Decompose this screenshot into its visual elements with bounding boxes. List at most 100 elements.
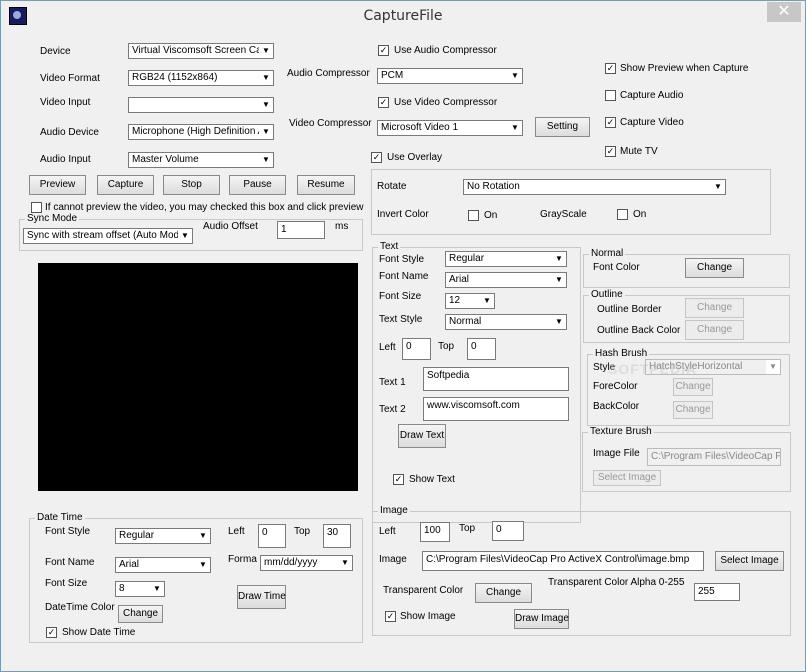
pause-button[interactable]: Pause [229,175,286,195]
img-left-label: Left [379,526,396,537]
grayscale-label: GrayScale [540,209,587,220]
chevron-down-icon: ▼ [711,180,725,194]
audio-device-select[interactable]: Microphone (High Definition A ▼ [128,124,274,140]
text1-input[interactable]: Softpedia [423,367,569,391]
img-top-input[interactable]: 0 [492,521,524,541]
sync-mode-select[interactable]: Sync with stream offset (Auto Mode ▼ [23,228,193,244]
dt-format-select[interactable]: mm/dd/yyyy ▼ [260,555,353,571]
hash-back-change-button[interactable]: Change [673,401,713,419]
outline-border-change-button[interactable]: Change [685,298,744,318]
draw-image-button[interactable]: Draw Image [514,609,569,629]
rotate-value: No Rotation [467,181,520,192]
datetime-group-title: Date Time [35,512,85,523]
text-font-name-select[interactable]: Arial ▼ [445,272,567,288]
preview-hint-checkbox[interactable] [31,202,42,213]
outline-back-change-button[interactable]: Change [685,320,744,340]
text-style-select[interactable]: Normal ▼ [445,314,567,330]
show-preview-checkbox[interactable]: ✓ [605,63,616,74]
chevron-down-icon: ▼ [552,315,566,329]
transparent-color-change-button[interactable]: Change [475,583,532,603]
chevron-down-icon: ▼ [259,153,273,167]
show-preview-label: Show Preview when Capture [620,63,749,74]
device-select[interactable]: Virtual Viscomsoft Screen Ca ▼ [128,43,274,59]
normal-group-title: Normal [589,248,626,259]
rotate-select[interactable]: No Rotation ▼ [463,179,726,195]
video-format-select[interactable]: RGB24 (1152x864) ▼ [128,70,274,86]
invert-on-label: On [484,210,498,221]
dt-left-label: Left [228,526,245,537]
text-font-name-label: Font Name [379,271,429,282]
show-text-checkbox[interactable]: ✓ [393,474,404,485]
use-video-compressor-checkbox[interactable]: ✓ [378,97,389,108]
texture-image-label: Image File [593,448,640,459]
capture-button[interactable]: Capture [97,175,154,195]
use-overlay-checkbox[interactable]: ✓ [371,152,382,163]
img-path-input[interactable]: C:\Program Files\VideoCap Pro ActiveX Co… [422,551,704,571]
mute-tv-checkbox[interactable]: ✓ [605,146,616,157]
chevron-down-icon: ▼ [259,44,273,58]
show-datetime-checkbox[interactable]: ✓ [46,627,57,638]
resume-button[interactable]: Resume [297,175,355,195]
chevron-down-icon: ▼ [178,229,192,243]
mute-tv-label: Mute TV [620,146,658,157]
capture-audio-label: Capture Audio [620,90,684,101]
dt-font-size-select[interactable]: 8 ▼ [115,581,165,597]
chevron-down-icon: ▼ [259,98,273,112]
alpha-input[interactable]: 255 [694,583,740,601]
image-group-title: Image [378,505,410,516]
chevron-down-icon: ▼ [259,71,273,85]
audio-input-value: Master Volume [132,154,199,165]
texture-select-image-button[interactable]: Select Image [593,470,661,486]
grayscale-on-label: On [633,209,647,220]
text-font-style-label: Font Style [379,254,425,265]
audio-input-select[interactable]: Master Volume ▼ [128,152,274,168]
dt-left-input[interactable]: 0 [258,524,286,548]
audio-compressor-select[interactable]: PCM ▼ [377,68,523,84]
texture-brush-title: Texture Brush [588,426,654,437]
grayscale-checkbox[interactable] [617,209,628,220]
text-left-input[interactable]: 0 [402,338,431,360]
close-button[interactable]: ✕ [767,2,801,22]
dt-font-name-value: Arial [119,559,140,570]
preview-button[interactable]: Preview [29,175,86,195]
use-audio-compressor-checkbox[interactable]: ✓ [378,45,389,56]
dt-font-style-select[interactable]: Regular ▼ [115,528,211,544]
draw-text-button[interactable]: Draw Text [398,424,446,448]
video-compressor-select[interactable]: Microsoft Video 1 ▼ [377,120,523,136]
chevron-down-icon: ▼ [150,582,164,596]
draw-time-button[interactable]: Draw Time [237,585,286,609]
show-image-checkbox[interactable]: ✓ [385,611,396,622]
audio-compressor-value: PCM [381,70,404,81]
hash-fore-change-button[interactable]: Change [673,378,713,396]
show-datetime-label: Show Date Time [62,627,136,638]
text-top-input[interactable]: 0 [467,338,496,360]
video-format-label: Video Format [40,73,100,84]
device-value: Virtual Viscomsoft Screen Ca [132,45,262,56]
text2-input[interactable]: www.viscomsoft.com [423,397,569,421]
capture-video-checkbox[interactable]: ✓ [605,117,616,128]
sync-mode-title: Sync Mode [25,213,80,224]
capture-audio-checkbox[interactable] [605,90,616,101]
stop-button[interactable]: Stop [163,175,220,195]
setting-button[interactable]: Setting [535,117,590,137]
dt-font-size-value: 8 [119,583,125,594]
dt-color-change-button[interactable]: Change [118,605,163,623]
text-font-size-select[interactable]: 12 ▼ [445,293,495,309]
text-font-style-select[interactable]: Regular ▼ [445,251,567,267]
video-compressor-value: Microsoft Video 1 [381,122,459,133]
texture-image-input[interactable]: C:\Program Files\VideoCap Pro [647,448,781,466]
show-text-label: Show Text [409,474,455,485]
video-input-select[interactable]: ▼ [128,97,274,113]
use-audio-compressor-label: Use Audio Compressor [394,45,497,56]
select-image-button[interactable]: Select Image [715,551,784,571]
audio-compressor-label: Audio Compressor [287,68,370,79]
use-video-compressor-label: Use Video Compressor [394,97,498,108]
font-color-change-button[interactable]: Change [685,258,744,278]
dt-top-input[interactable]: 30 [323,524,351,548]
img-left-input[interactable]: 100 [420,522,450,542]
dt-font-name-select[interactable]: Arial ▼ [115,557,211,573]
text-font-size-label: Font Size [379,291,422,302]
audio-offset-input[interactable]: 1 [277,221,325,239]
text-group-title: Text [378,241,401,252]
invert-color-checkbox[interactable] [468,210,479,221]
